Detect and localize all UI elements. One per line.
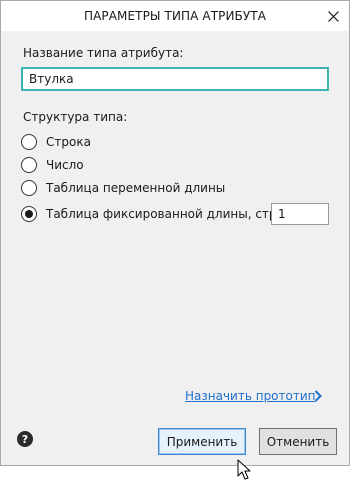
help-icon: ?	[21, 432, 29, 446]
apply-button[interactable]: Применить	[158, 428, 246, 455]
type-name-label: Название типа атрибута:	[23, 46, 184, 60]
radio-label-fixed-table: Таблица фиксированной длины, строк	[46, 207, 292, 221]
mouse-cursor-icon	[237, 459, 251, 480]
radio-option-number[interactable]: Число	[21, 155, 84, 175]
type-name-input[interactable]	[21, 67, 329, 91]
type-structure-label: Структура типа:	[23, 110, 128, 124]
radio-label-string: Строка	[46, 135, 91, 149]
close-icon	[327, 10, 339, 22]
close-button[interactable]	[321, 4, 345, 28]
radio-button-string[interactable]	[21, 134, 37, 150]
radio-option-string[interactable]: Строка	[21, 132, 91, 152]
radio-option-variable-table[interactable]: Таблица переменной длины	[21, 178, 225, 198]
assign-prototype-link[interactable]: Назначить прототип	[185, 389, 316, 403]
help-button[interactable]: ?	[17, 431, 33, 447]
radio-button-fixed-table[interactable]	[21, 206, 37, 222]
cancel-button[interactable]: Отменить	[259, 428, 337, 455]
dialog-content: Название типа атрибута: Структура типа: …	[1, 31, 349, 480]
fixed-rows-count-input[interactable]	[271, 203, 329, 225]
title-bar: ПАРАМЕТРЫ ТИПА АТРИБУТА	[1, 1, 349, 31]
dialog-title: ПАРАМЕТРЫ ТИПА АТРИБУТА	[83, 9, 267, 23]
radio-option-fixed-table[interactable]: Таблица фиксированной длины, строк	[21, 204, 291, 224]
radio-button-number[interactable]	[21, 157, 37, 173]
assign-prototype-chevron[interactable]	[311, 387, 325, 405]
radio-label-variable-table: Таблица переменной длины	[46, 181, 226, 195]
radio-label-number: Число	[46, 158, 84, 172]
attribute-type-dialog: ПАРАМЕТРЫ ТИПА АТРИБУТА Название типа ат…	[0, 0, 350, 480]
chevron-right-icon	[314, 390, 322, 402]
radio-button-variable-table[interactable]	[21, 180, 37, 196]
